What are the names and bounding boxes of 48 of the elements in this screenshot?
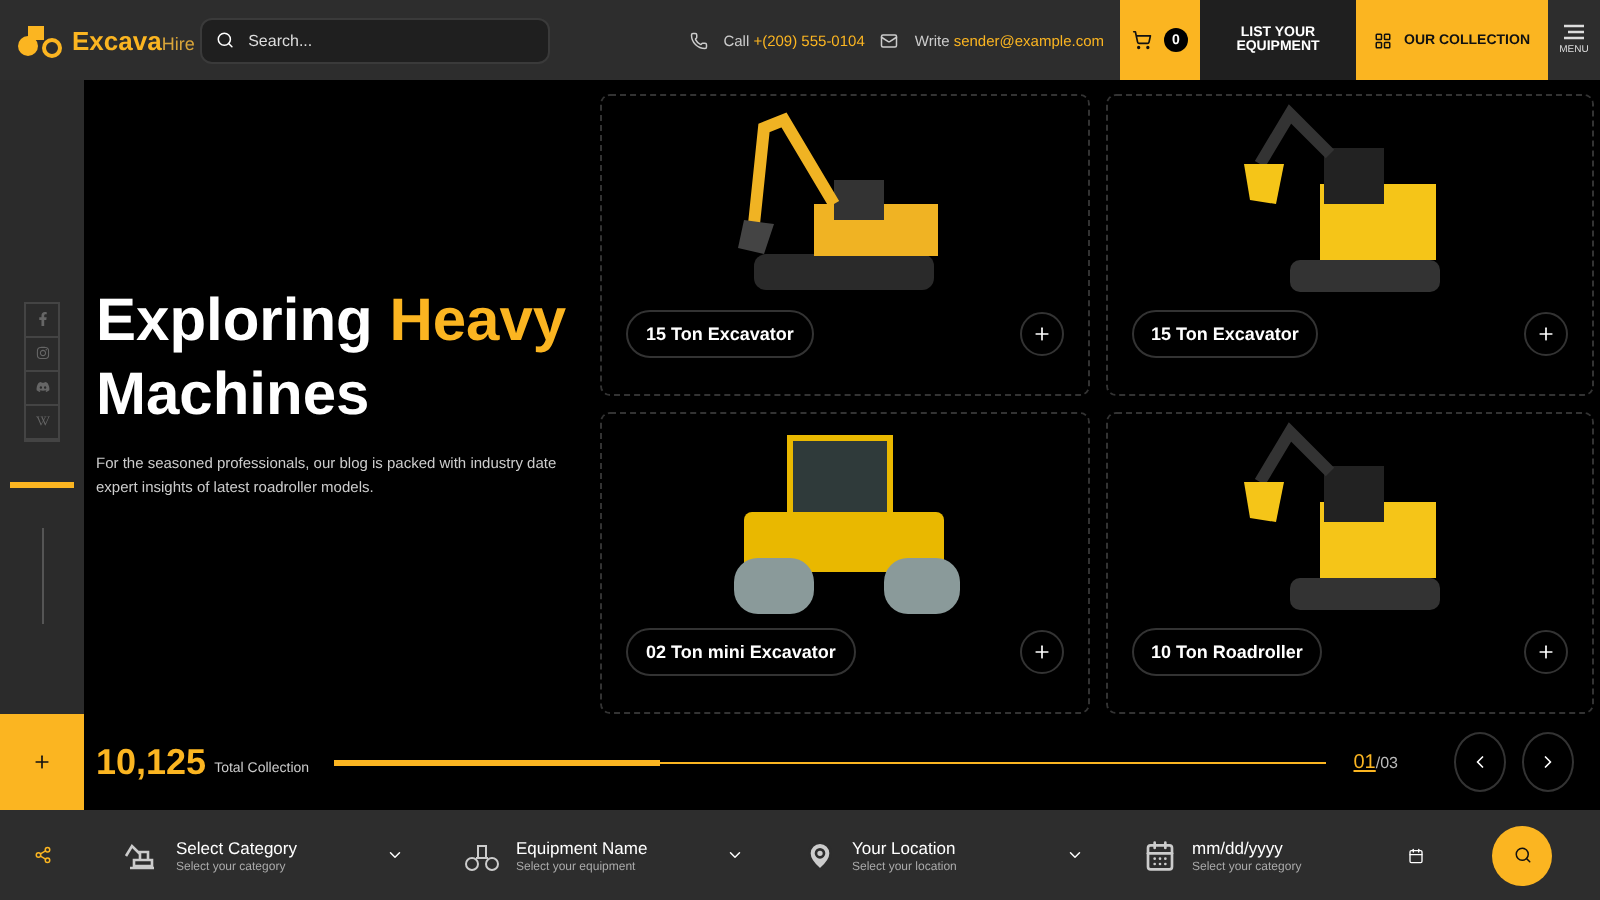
chevron-down-icon xyxy=(386,846,404,864)
grid-icon xyxy=(1374,31,1392,49)
hero-heading: Exploring Heavy Machines xyxy=(96,286,569,432)
plus-icon xyxy=(1031,642,1051,662)
cart-icon xyxy=(1132,30,1152,50)
current-page: 01 xyxy=(1353,751,1376,773)
add-button[interactable] xyxy=(1524,312,1568,356)
add-button[interactable] xyxy=(1019,630,1063,674)
brand-name: ExcavaHire xyxy=(72,25,195,55)
roller-logo-icon xyxy=(16,22,64,58)
excavator-icon xyxy=(124,839,160,871)
plus-icon xyxy=(1031,324,1051,344)
instagram-icon xyxy=(35,346,49,360)
collection-count: 10,125 xyxy=(96,741,207,783)
page-total: /03 xyxy=(1375,753,1398,771)
plus-icon xyxy=(1536,324,1556,344)
product-name: 15 Ton Excavator xyxy=(626,310,814,358)
product-name: 02 Ton mini Excavator xyxy=(626,628,856,676)
search-icon xyxy=(1513,846,1531,864)
roller-icon xyxy=(464,839,500,871)
wikipedia-icon xyxy=(35,414,49,428)
search-button[interactable] xyxy=(1492,825,1552,885)
search-input[interactable]: Search... xyxy=(244,29,534,51)
product-name: 10 Ton Roadroller xyxy=(1131,628,1323,676)
search-field[interactable]: Search... xyxy=(200,17,550,63)
location-pin-icon xyxy=(804,839,836,871)
chevron-down-icon xyxy=(1066,846,1084,864)
date-field[interactable]: mm/dd/yyyy xyxy=(1192,837,1332,857)
product-name: 15 Ton Excavator xyxy=(1131,310,1319,358)
chevron-down-icon xyxy=(726,846,744,864)
select-field[interactable]: Select Category xyxy=(176,837,370,857)
next-button[interactable] xyxy=(1522,732,1574,792)
select-field[interactable]: Your Location xyxy=(852,837,1050,857)
add-button[interactable] xyxy=(1524,630,1568,674)
mail-icon xyxy=(880,31,899,49)
plus-icon xyxy=(1536,642,1556,662)
share-icon xyxy=(33,846,51,864)
phone-icon xyxy=(689,31,708,49)
menu-icon xyxy=(1564,24,1584,40)
select-field[interactable]: Equipment Name xyxy=(516,837,710,857)
search-icon xyxy=(216,30,235,50)
facebook-icon xyxy=(35,312,49,326)
calendar-icon xyxy=(1408,847,1424,863)
plus-icon xyxy=(32,752,52,772)
add-button[interactable] xyxy=(1019,312,1063,356)
calendar-icon xyxy=(1144,839,1176,871)
previous-button[interactable] xyxy=(1454,732,1506,792)
discord-icon xyxy=(35,380,49,394)
